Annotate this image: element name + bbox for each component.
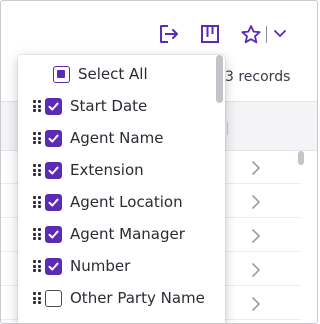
favorite-button[interactable] <box>239 23 263 45</box>
column-checkbox[interactable] <box>45 130 62 147</box>
menu-scrollbar[interactable] <box>216 55 223 103</box>
favorite-dropdown-button[interactable] <box>268 23 292 45</box>
column-option-label: Other Party Name <box>70 289 205 307</box>
column-option-label: Agent Name <box>70 129 164 147</box>
chevron-right-icon[interactable] <box>249 262 263 278</box>
chevron-right-icon[interactable] <box>249 296 263 312</box>
column-checkbox[interactable] <box>45 194 62 211</box>
chevron-down-icon <box>274 30 286 37</box>
drag-handle-icon[interactable] <box>33 196 41 208</box>
star-icon <box>241 24 261 43</box>
drag-handle-icon[interactable] <box>33 228 41 240</box>
columns-icon <box>201 25 219 43</box>
table-scrollbar[interactable] <box>298 151 304 165</box>
select-all-option[interactable]: Select All <box>18 58 214 90</box>
column-checkbox[interactable] <box>45 98 62 115</box>
drag-handle-icon[interactable] <box>33 292 41 304</box>
drag-handle-icon[interactable] <box>33 132 41 144</box>
select-all-label: Select All <box>78 65 148 83</box>
column-option-label: Extension <box>70 161 144 179</box>
column-option-label: Start Date <box>70 97 148 115</box>
toolbar <box>1 1 317 61</box>
columns-button[interactable] <box>198 23 222 45</box>
drag-handle-icon[interactable] <box>33 100 41 112</box>
column-checkbox[interactable] <box>45 290 62 307</box>
column-option-start-date[interactable]: Start Date <box>18 90 214 122</box>
select-all-checkbox[interactable] <box>53 66 70 83</box>
column-checkbox[interactable] <box>45 226 62 243</box>
column-divider[interactable] <box>227 122 228 135</box>
app-window: 3 records Select All Start Date Agent Na… <box>0 0 318 324</box>
chevron-right-icon[interactable] <box>249 160 263 176</box>
column-option-extension[interactable]: Extension <box>18 154 214 186</box>
export-button[interactable] <box>157 23 181 45</box>
record-count: 3 records <box>225 69 291 85</box>
drag-handle-icon[interactable] <box>33 164 41 176</box>
column-option-label: Agent Location <box>70 193 183 211</box>
column-checkbox[interactable] <box>45 162 62 179</box>
chevron-right-icon[interactable] <box>249 194 263 210</box>
column-option-number[interactable]: Number <box>18 250 214 282</box>
column-option-other-party-name[interactable]: Other Party Name <box>18 282 214 314</box>
column-chooser-menu: Select All Start Date Agent Name Extensi… <box>18 55 225 323</box>
drag-handle-icon[interactable] <box>33 260 41 272</box>
column-option-label: Agent Manager <box>70 225 185 243</box>
column-option-agent-manager[interactable]: Agent Manager <box>18 218 214 250</box>
chevron-right-icon[interactable] <box>249 228 263 244</box>
column-option-label: Number <box>70 257 131 275</box>
column-option-agent-name[interactable]: Agent Name <box>18 122 214 154</box>
export-arrow-icon <box>160 25 178 43</box>
toolbar-separator <box>266 26 267 43</box>
column-checkbox[interactable] <box>45 258 62 275</box>
column-option-agent-location[interactable]: Agent Location <box>18 186 214 218</box>
